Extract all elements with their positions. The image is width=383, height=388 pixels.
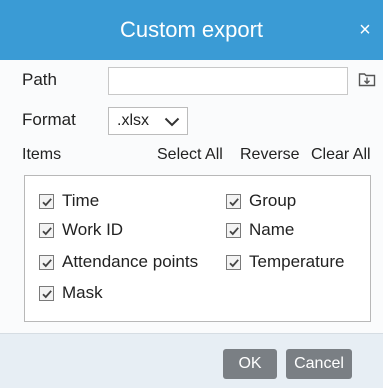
select-all-button[interactable]: Select All — [157, 146, 223, 164]
chevron-down-icon — [164, 117, 180, 127]
close-icon[interactable]: × — [353, 18, 377, 42]
cancel-button[interactable]: Cancel — [286, 349, 352, 379]
item-checkbox-label: Time — [62, 191, 100, 210]
clear-all-button[interactable]: Clear All — [311, 146, 371, 164]
path-label: Path — [22, 70, 57, 89]
items-label: Items — [22, 146, 62, 163]
path-input[interactable] — [108, 67, 348, 95]
checkbox-checked-icon — [39, 194, 54, 209]
checkbox-checked-icon — [226, 223, 241, 238]
items-checkbox-list: Time Group Work ID Name Attendance point… — [24, 175, 371, 322]
format-selected-value: .xlsx — [117, 112, 149, 129]
custom-export-dialog: Custom export × Path Format .xlsx Items … — [0, 0, 383, 388]
item-checkbox-label: Temperature — [249, 252, 345, 271]
format-select[interactable]: .xlsx — [108, 107, 188, 135]
ok-button[interactable]: OK — [223, 349, 277, 379]
checkbox-checked-icon — [39, 255, 54, 270]
item-checkbox-label: Work ID — [62, 220, 124, 239]
checkbox-checked-icon — [226, 194, 241, 209]
format-label: Format — [22, 110, 76, 129]
item-checkbox-label: Group — [249, 191, 297, 210]
item-checkbox-label: Mask — [62, 283, 103, 302]
item-checkbox-label: Attendance points — [62, 252, 199, 271]
folder-import-icon[interactable] — [358, 70, 376, 88]
reverse-button[interactable]: Reverse — [240, 146, 300, 164]
item-checkbox-label: Name — [249, 220, 295, 239]
dialog-title: Custom export — [119, 17, 264, 42]
checkbox-checked-icon — [39, 286, 54, 301]
checkbox-checked-icon — [226, 255, 241, 270]
checkbox-checked-icon — [39, 223, 54, 238]
